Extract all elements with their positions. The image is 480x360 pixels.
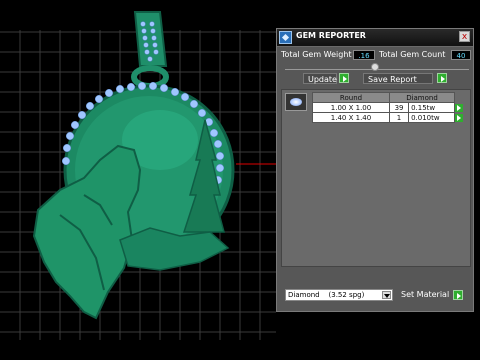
column-header-round: Round bbox=[312, 92, 390, 103]
save-report-button[interactable]: Save Report bbox=[363, 73, 433, 84]
gem-weight: 0.010tw bbox=[408, 112, 455, 123]
weight-value: .16 bbox=[353, 50, 375, 60]
chevron-down-icon[interactable] bbox=[382, 291, 391, 299]
update-arrow-icon[interactable] bbox=[339, 73, 349, 83]
panel-title: GEM REPORTER bbox=[296, 31, 366, 40]
panel-titlebar[interactable]: GEM REPORTER x bbox=[277, 29, 473, 47]
gem-table: Round Diamond 1.00 X 1.00 39 0.15tw 1.40… bbox=[312, 92, 470, 123]
close-icon[interactable]: x bbox=[459, 31, 470, 42]
column-header-diamond: Diamond bbox=[389, 92, 455, 103]
save-report-arrow-icon[interactable] bbox=[437, 73, 447, 83]
gem-icon bbox=[279, 31, 292, 44]
gem-count: 1 bbox=[388, 112, 410, 123]
count-value: 40 bbox=[451, 50, 471, 60]
row-arrow-icon[interactable] bbox=[455, 113, 463, 122]
set-material-arrow-icon[interactable] bbox=[453, 290, 463, 300]
gem-size: 1.40 X 1.40 bbox=[312, 112, 390, 123]
gem-reporter-panel: GEM REPORTER x Total Gem Weight .16 Tota… bbox=[276, 28, 474, 312]
material-select[interactable]: Diamond (3.52 spg) bbox=[285, 289, 393, 301]
gem-weight: 0.15tw bbox=[408, 102, 455, 113]
count-label: Total Gem Count bbox=[379, 50, 446, 59]
gem-size: 1.00 X 1.00 bbox=[312, 102, 390, 113]
table-row[interactable]: 1.40 X 1.40 1 0.010tw bbox=[312, 112, 470, 123]
row-arrow-icon[interactable] bbox=[455, 103, 463, 112]
material-value: Diamond (3.52 spg) bbox=[288, 291, 365, 299]
slider-thumb[interactable] bbox=[371, 63, 379, 71]
update-button[interactable]: Update bbox=[303, 73, 337, 84]
set-material-button[interactable]: Set Material bbox=[397, 289, 451, 300]
round-gem-icon[interactable] bbox=[285, 93, 307, 111]
gem-count: 39 bbox=[388, 102, 410, 113]
table-row[interactable]: 1.00 X 1.00 39 0.15tw bbox=[312, 102, 470, 113]
gem-list[interactable]: Round Diamond 1.00 X 1.00 39 0.15tw 1.40… bbox=[281, 89, 471, 267]
weight-label: Total Gem Weight bbox=[281, 50, 352, 59]
